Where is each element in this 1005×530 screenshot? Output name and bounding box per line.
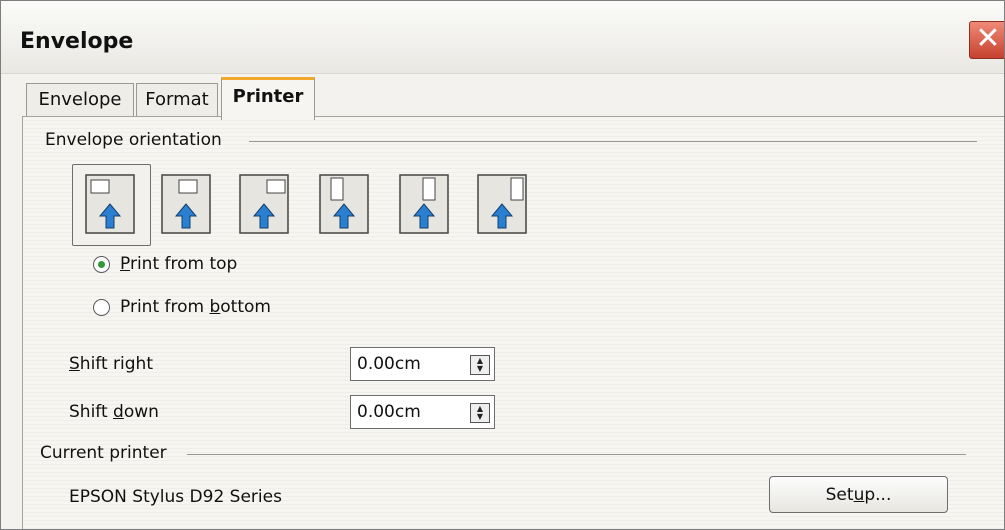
shift-right-field[interactable]: ▲ ▼ [350, 347, 495, 381]
orientation-option-1[interactable] [85, 174, 135, 234]
setup-button-label: Setup... [825, 484, 892, 505]
print-from-top-radio[interactable] [93, 255, 110, 273]
envelope-vertical-left-icon [319, 174, 369, 234]
shift-down-label: Shift down [69, 402, 159, 422]
envelope-horizontal-left-icon [85, 174, 135, 234]
envelope-vertical-center-icon [399, 174, 449, 234]
shift-down-spinner[interactable]: ▲ ▼ [470, 403, 490, 423]
tab-envelope[interactable]: Envelope [26, 83, 134, 116]
shift-down-input[interactable] [357, 401, 457, 423]
print-from-bottom-radio[interactable] [93, 298, 110, 316]
envelope-vertical-right-icon [477, 174, 527, 234]
current-printer-label: Current printer [40, 443, 167, 463]
title-bar: Envelope ✕ [1, 1, 1004, 74]
close-button[interactable]: ✕ [969, 21, 1004, 59]
orientation-option-5[interactable] [399, 174, 449, 234]
shift-down-field[interactable]: ▲ ▼ [350, 395, 495, 429]
shift-right-input[interactable] [357, 353, 457, 375]
orientation-option-3[interactable] [239, 174, 289, 234]
close-icon: ✕ [975, 21, 1001, 56]
tab-printer[interactable]: Printer [221, 77, 315, 120]
spin-down-icon[interactable]: ▼ [477, 413, 483, 421]
orientation-option-2[interactable] [161, 174, 211, 234]
envelope-orientation-divider [249, 141, 977, 142]
shift-right-spinner[interactable]: ▲ ▼ [470, 355, 490, 375]
shift-right-label: Shift right [69, 354, 153, 374]
envelope-horizontal-center-icon [161, 174, 211, 234]
print-from-top-option[interactable]: Print from top [93, 254, 237, 274]
envelope-dialog: Envelope ✕ Envelope Format Printer Envel… [0, 0, 1005, 530]
tab-format[interactable]: Format [136, 83, 218, 116]
envelope-horizontal-right-icon [239, 174, 289, 234]
orientation-option-4[interactable] [319, 174, 369, 234]
print-from-bottom-label: Print from bottom [120, 297, 271, 317]
current-printer-divider [187, 454, 966, 455]
print-from-bottom-option[interactable]: Print from bottom [93, 297, 271, 317]
orientation-option-6[interactable] [477, 174, 527, 234]
printer-name: EPSON Stylus D92 Series [69, 487, 282, 507]
dialog-title: Envelope [20, 29, 134, 54]
spin-down-icon[interactable]: ▼ [477, 365, 483, 373]
setup-button[interactable]: Setup... [769, 476, 948, 513]
envelope-orientation-label: Envelope orientation [45, 130, 222, 150]
print-from-top-label: Print from top [120, 254, 238, 274]
